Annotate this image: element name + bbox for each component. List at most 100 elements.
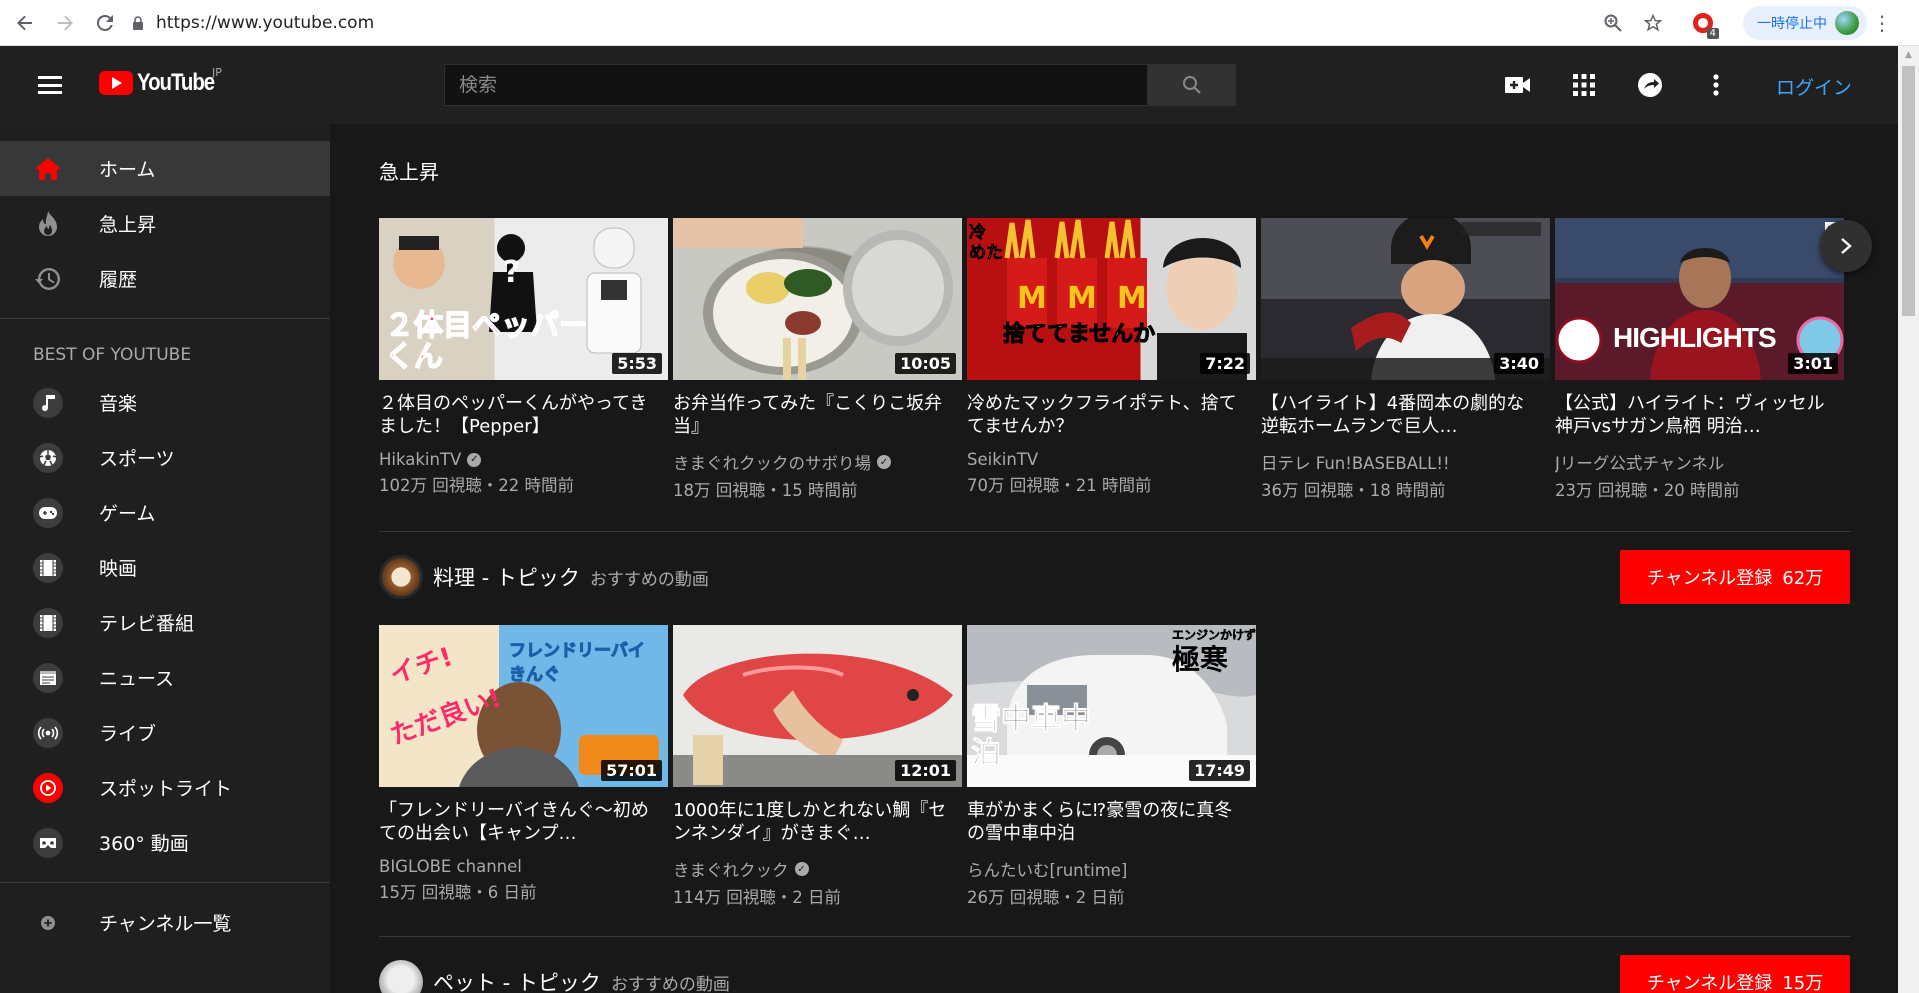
video-channel[interactable]: らんたいむ[runtime] (967, 857, 1256, 881)
video-card[interactable]: 3:40 【ハイライト】4番岡本の劇的な逆転ホームランで巨人… 日テレ Fun!… (1261, 218, 1550, 501)
topic-avatar[interactable] (379, 960, 423, 993)
subscribe-button[interactable]: チャンネル登録 15万 (1620, 955, 1850, 993)
zoom-icon (1604, 14, 1622, 32)
video-meta: 114万 回視聴・2 日前 (673, 888, 841, 907)
sidebar-item-live[interactable]: ライブ (0, 705, 330, 760)
thumbnail-caption: 捨ててませんか (1002, 322, 1156, 348)
zoom-button[interactable] (1597, 7, 1629, 39)
sidebar-item-home[interactable]: ホーム (0, 141, 330, 196)
pause-label: 一時停止中 (1757, 16, 1827, 32)
sidebar-item-channels[interactable]: チャンネル一覧 (0, 895, 330, 950)
sidebar-item-360[interactable]: 360° 動画 (0, 815, 330, 870)
video-thumbnail[interactable]: M M M 冷 めた 捨ててませんか 7:22 (967, 218, 1256, 380)
video-thumbnail[interactable]: 3:40 (1261, 218, 1550, 380)
youtube-logo[interactable]: YouTube JP (99, 66, 228, 97)
video-channel[interactable]: きまぐれクック ✓ (673, 857, 962, 881)
share-chat-icon (1638, 73, 1662, 97)
shelf-title-trending[interactable]: 急上昇 (379, 156, 439, 185)
channel-name: BIGLOBE channel (379, 857, 522, 876)
page-scrollbar[interactable]: ▲ (1898, 46, 1919, 993)
video-meta: 15万 回視聴・6 日前 (379, 883, 537, 902)
reload-icon (97, 14, 113, 31)
video-channel[interactable]: SeikinTV (967, 450, 1256, 469)
topic-avatar[interactable] (379, 555, 423, 599)
video-title[interactable]: 1000年に1度しかとれない鯛『センネンダイ』がきまぐ… (673, 799, 962, 845)
topic-header-cooking: 料理 - トピック おすすめの動画 (379, 555, 709, 599)
profile-pause-chip[interactable]: 一時停止中 (1743, 6, 1867, 40)
video-card[interactable]: 12:01 1000年に1度しかとれない鯛『センネンダイ』がきまぐ… きまぐれク… (673, 625, 962, 908)
video-channel[interactable]: HikakinTV ✓ (379, 450, 668, 469)
search-input[interactable] (444, 64, 1148, 106)
sidebar-item-tv[interactable]: テレビ番組 (0, 595, 330, 650)
video-channel[interactable]: Jリーグ公式チャンネル (1555, 450, 1844, 474)
svg-text:?: ? (503, 255, 520, 290)
video-title[interactable]: 「フレンドリーバイきんぐ〜初めての出会い【キャンプ… (379, 799, 668, 845)
sidebar-item-label: チャンネル一覧 (99, 913, 232, 935)
spotlight-icon (33, 772, 63, 803)
sidebar-item-label: 映画 (99, 558, 138, 580)
forward-button[interactable] (50, 8, 80, 38)
video-channel[interactable]: BIGLOBE channel (379, 857, 668, 876)
history-icon (33, 264, 63, 294)
trending-row: ? ２体目ペッパーくん 5:53 ２体目のペッパーくんがやってきました！【Pep… (379, 218, 1844, 501)
messages-button[interactable] (1632, 67, 1668, 103)
sidebar-item-music[interactable]: 音楽 (0, 375, 330, 430)
subscribe-button[interactable]: チャンネル登録 62万 (1620, 550, 1850, 604)
browser-menu-button[interactable]: ⋮ (1867, 11, 1897, 35)
extension-button[interactable]: 4 (1687, 7, 1719, 39)
video-thumbnail[interactable]: 10:05 (673, 218, 962, 380)
video-title[interactable]: お弁当作ってみた『こくりこ坂弁当』 (673, 392, 962, 438)
video-channel[interactable]: きまぐれクックのサボり場 ✓ (673, 450, 962, 474)
video-thumbnail[interactable]: エンジンかけずに 極寒 雪中車中泊 17:49 (967, 625, 1256, 787)
back-button[interactable] (10, 8, 40, 38)
video-thumbnail[interactable]: HIGHLIGHTS 3:01 (1555, 218, 1844, 380)
video-duration: 7:22 (1200, 353, 1250, 374)
video-title[interactable]: 車がかまくらに⁉豪雪の夜に真冬の雪中車中泊 (967, 799, 1256, 845)
apps-button[interactable] (1566, 67, 1602, 103)
video-card[interactable]: 10:05 お弁当作ってみた『こくりこ坂弁当』 きまぐれクックのサボり場 ✓ 1… (673, 218, 962, 501)
scrollbar-thumb[interactable] (1902, 66, 1915, 316)
browser-toolbar: https://www.youtube.com 4 一時停止中 ⋮ (0, 0, 1919, 46)
home-icon (33, 154, 63, 184)
create-video-button[interactable] (1500, 67, 1536, 103)
bookmark-button[interactable] (1637, 7, 1669, 39)
sidebar-item-gaming[interactable]: ゲーム (0, 485, 330, 540)
video-duration: 5:53 (612, 353, 662, 374)
video-thumbnail[interactable]: イチ! ただ良い! フレンドリーバイきんぐ 57:01 (379, 625, 668, 787)
address-bar[interactable]: https://www.youtube.com (132, 13, 374, 33)
video-thumbnail[interactable]: 12:01 (673, 625, 962, 787)
login-button[interactable]: ログイン (1776, 73, 1852, 100)
channel-name: 日テレ Fun!BASEBALL!! (1261, 454, 1450, 473)
video-title[interactable]: 冷めたマックフライポテト、捨ててませんか？ (967, 392, 1256, 438)
sidebar-item-history[interactable]: 履歴 (0, 251, 330, 306)
video-thumbnail[interactable]: ? ２体目ペッパーくん 5:53 (379, 218, 668, 380)
sidebar-item-movies[interactable]: 映画 (0, 540, 330, 595)
topic-title[interactable]: 料理 - トピック (433, 562, 580, 592)
scroll-up-arrow-icon[interactable]: ▲ (1898, 46, 1919, 63)
music-icon (33, 387, 63, 418)
video-card[interactable]: M M M 冷 めた 捨ててませんか 7:22 冷めたマックフライポテト、捨てて… (967, 218, 1256, 501)
video-channel[interactable]: 日テレ Fun!BASEBALL!! (1261, 450, 1550, 474)
sidebar-item-news[interactable]: ニュース (0, 650, 330, 705)
sidebar-item-spotlight[interactable]: スポットライト (0, 760, 330, 815)
guide-menu-button[interactable] (38, 76, 62, 94)
sidebar-item-trending[interactable]: 急上昇 (0, 196, 330, 251)
video-card[interactable]: ? ２体目ペッパーくん 5:53 ２体目のペッパーくんがやってきました！【Pep… (379, 218, 668, 501)
video-title[interactable]: ２体目のペッパーくんがやってきました！【Pepper】 (379, 392, 668, 438)
video-card[interactable]: HIGHLIGHTS 3:01 【公式】ハイライト：ヴィッセル神戸vsサガン鳥栖… (1555, 218, 1844, 501)
flame-icon (33, 209, 63, 239)
search-button[interactable] (1148, 64, 1236, 106)
video-title[interactable]: 【公式】ハイライト：ヴィッセル神戸vsサガン鳥栖 明治… (1555, 392, 1844, 438)
video-meta: 18万 回視聴・15 時間前 (673, 481, 858, 500)
sidebar-item-sports[interactable]: スポーツ (0, 430, 330, 485)
topic-title[interactable]: ペット - トピック (433, 967, 601, 993)
video-card[interactable]: イチ! ただ良い! フレンドリーバイきんぐ 57:01 「フレンドリーバイきんぐ… (379, 625, 668, 908)
svg-text:極寒: 極寒 (1172, 643, 1228, 676)
video-card[interactable]: エンジンかけずに 極寒 雪中車中泊 17:49 車がかまくらに⁉豪雪の夜に真冬の… (967, 625, 1256, 908)
channel-name: Jリーグ公式チャンネル (1555, 454, 1725, 473)
video-title[interactable]: 【ハイライト】4番岡本の劇的な逆転ホームランで巨人… (1261, 392, 1550, 438)
shelf-next-button[interactable] (1820, 220, 1872, 272)
settings-menu-button[interactable] (1698, 67, 1734, 103)
lock-icon (133, 15, 143, 30)
reload-button[interactable] (90, 8, 120, 38)
